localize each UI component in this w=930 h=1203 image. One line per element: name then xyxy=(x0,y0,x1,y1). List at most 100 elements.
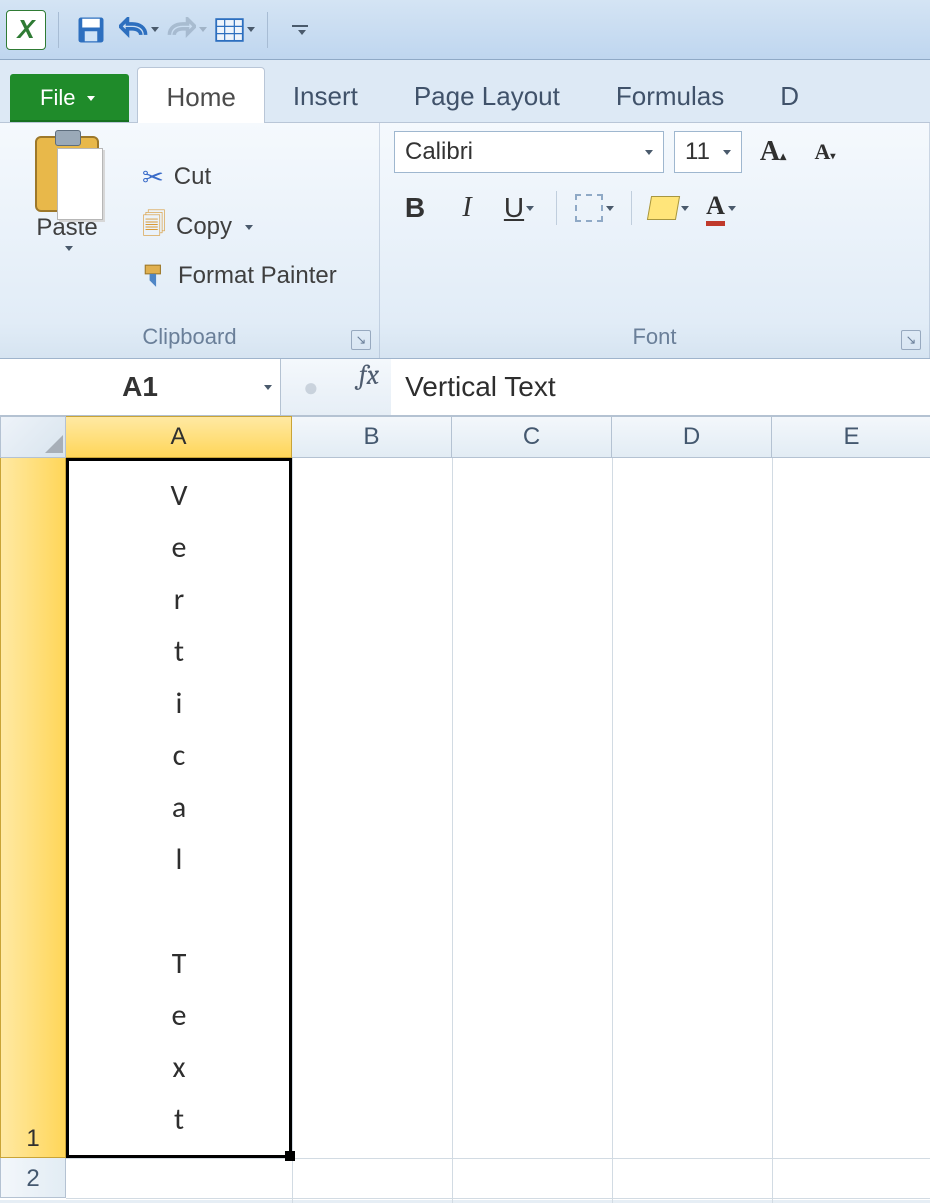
save-button[interactable] xyxy=(71,10,111,50)
font-name-value: Calibri xyxy=(405,138,473,166)
tab-insert-label: Insert xyxy=(293,81,358,111)
cut-label: Cut xyxy=(174,163,211,191)
print-preview-button[interactable] xyxy=(215,10,255,50)
font-launcher[interactable]: ↘ xyxy=(901,330,921,350)
fx-label[interactable]: fx xyxy=(359,359,379,415)
copy-icon: 🗐 xyxy=(142,207,166,248)
gridline xyxy=(452,458,453,1203)
cell-vertical-text: Vertical Text xyxy=(170,472,187,1144)
fill-color-icon xyxy=(647,196,680,220)
paste-button[interactable]: Paste xyxy=(14,131,120,320)
group-font-label: Font xyxy=(394,320,915,354)
gridline xyxy=(612,458,613,1203)
font-color-icon: A xyxy=(706,191,725,226)
bold-button[interactable]: B xyxy=(394,187,436,229)
font-name-combo[interactable]: Calibri xyxy=(394,131,664,173)
name-box[interactable]: A1 xyxy=(0,359,281,415)
font-size-value: 11 xyxy=(685,138,710,166)
name-box-value: A1 xyxy=(122,371,158,403)
separator xyxy=(631,191,632,225)
quick-access-toolbar: X xyxy=(0,0,930,60)
tab-page-layout[interactable]: Page Layout xyxy=(386,67,588,122)
column-header-D[interactable]: D xyxy=(612,416,772,458)
tab-data[interactable]: D xyxy=(752,67,805,122)
select-all-corner[interactable] xyxy=(0,416,66,458)
tab-formulas[interactable]: Formulas xyxy=(588,67,752,122)
chevron-down-icon xyxy=(245,225,253,230)
font-name-dropdown[interactable] xyxy=(635,132,659,172)
group-clipboard-label: Clipboard xyxy=(14,320,365,354)
save-icon xyxy=(76,15,106,45)
borders-icon xyxy=(575,194,603,222)
formula-bar-input[interactable]: Vertical Text xyxy=(391,359,930,415)
chevron-down-icon xyxy=(65,246,73,251)
chevron-down-icon xyxy=(264,385,272,390)
chevron-down-icon xyxy=(151,27,159,32)
chevron-down-icon xyxy=(723,150,731,155)
excel-app-icon[interactable]: X xyxy=(6,10,46,50)
tab-file[interactable]: File xyxy=(10,74,129,122)
customize-icon xyxy=(292,25,308,35)
format-painter-button[interactable]: Format Painter xyxy=(138,260,341,292)
chevron-down-icon xyxy=(526,206,534,211)
gridline xyxy=(772,458,773,1203)
column-header-A[interactable]: A xyxy=(66,416,292,458)
fill-color-button[interactable] xyxy=(648,187,690,229)
tab-page-layout-label: Page Layout xyxy=(414,81,560,111)
clipboard-launcher[interactable]: ↘ xyxy=(351,330,371,350)
chevron-down-icon xyxy=(681,206,689,211)
formula-bar-controls: ● xyxy=(281,359,341,415)
gridline xyxy=(292,458,293,1203)
chevron-down-icon xyxy=(87,96,95,101)
ribbon: Paste ✂ Cut 🗐 Copy xyxy=(0,123,930,359)
separator xyxy=(556,191,557,225)
tab-insert[interactable]: Insert xyxy=(265,67,386,122)
paste-icon xyxy=(35,136,99,212)
copy-button[interactable]: 🗐 Copy xyxy=(138,205,341,250)
tab-home-label: Home xyxy=(166,82,235,112)
chevron-down-icon xyxy=(645,150,653,155)
selected-cell[interactable]: Vertical Text xyxy=(66,458,292,1158)
formula-bar-row: A1 ● fx Vertical Text xyxy=(0,359,930,416)
format-painter-label: Format Painter xyxy=(178,262,337,290)
excel-app-letter: X xyxy=(17,14,34,45)
chevron-down-icon xyxy=(728,206,736,211)
gridline xyxy=(66,1158,930,1159)
grow-font-icon: A▴ xyxy=(760,136,786,168)
ribbon-tabs: File Home Insert Page Layout Formulas D xyxy=(0,60,930,123)
copy-label: Copy xyxy=(176,213,232,241)
tab-file-label: File xyxy=(40,85,75,111)
underline-button[interactable]: U xyxy=(498,187,540,229)
row-header-2[interactable]: 2 xyxy=(0,1158,66,1198)
group-font: Calibri 11 A▴ A▾ B I xyxy=(380,123,930,358)
chevron-down-icon xyxy=(247,27,255,32)
grow-font-button[interactable]: A▴ xyxy=(752,131,794,173)
column-header-E[interactable]: E xyxy=(772,416,930,458)
scissors-icon: ✂ xyxy=(142,162,164,193)
undo-button[interactable] xyxy=(119,10,159,50)
column-header-C[interactable]: C xyxy=(452,416,612,458)
column-header-B[interactable]: B xyxy=(292,416,452,458)
fill-handle[interactable] xyxy=(285,1151,295,1161)
name-box-dropdown[interactable] xyxy=(261,385,272,390)
customize-qat-button[interactable] xyxy=(280,10,320,50)
paintbrush-icon xyxy=(142,263,168,289)
chevron-down-icon xyxy=(199,27,207,32)
row-header-1[interactable]: 1 xyxy=(0,458,66,1158)
font-size-dropdown[interactable] xyxy=(713,132,737,172)
borders-button[interactable] xyxy=(573,187,615,229)
separator xyxy=(58,12,59,48)
shrink-font-button[interactable]: A▾ xyxy=(804,131,846,173)
font-size-combo[interactable]: 11 xyxy=(674,131,742,173)
undo-icon xyxy=(119,17,148,43)
italic-label: I xyxy=(462,192,471,224)
italic-button[interactable]: I xyxy=(446,187,488,229)
font-color-button[interactable]: A xyxy=(700,187,742,229)
tab-home[interactable]: Home xyxy=(137,67,264,123)
table-icon xyxy=(215,17,244,43)
shrink-font-icon: A▾ xyxy=(815,139,836,165)
cut-button[interactable]: ✂ Cut xyxy=(138,160,341,195)
redo-button[interactable] xyxy=(167,10,207,50)
tab-data-label: D xyxy=(780,81,799,111)
bold-label: B xyxy=(405,192,425,224)
